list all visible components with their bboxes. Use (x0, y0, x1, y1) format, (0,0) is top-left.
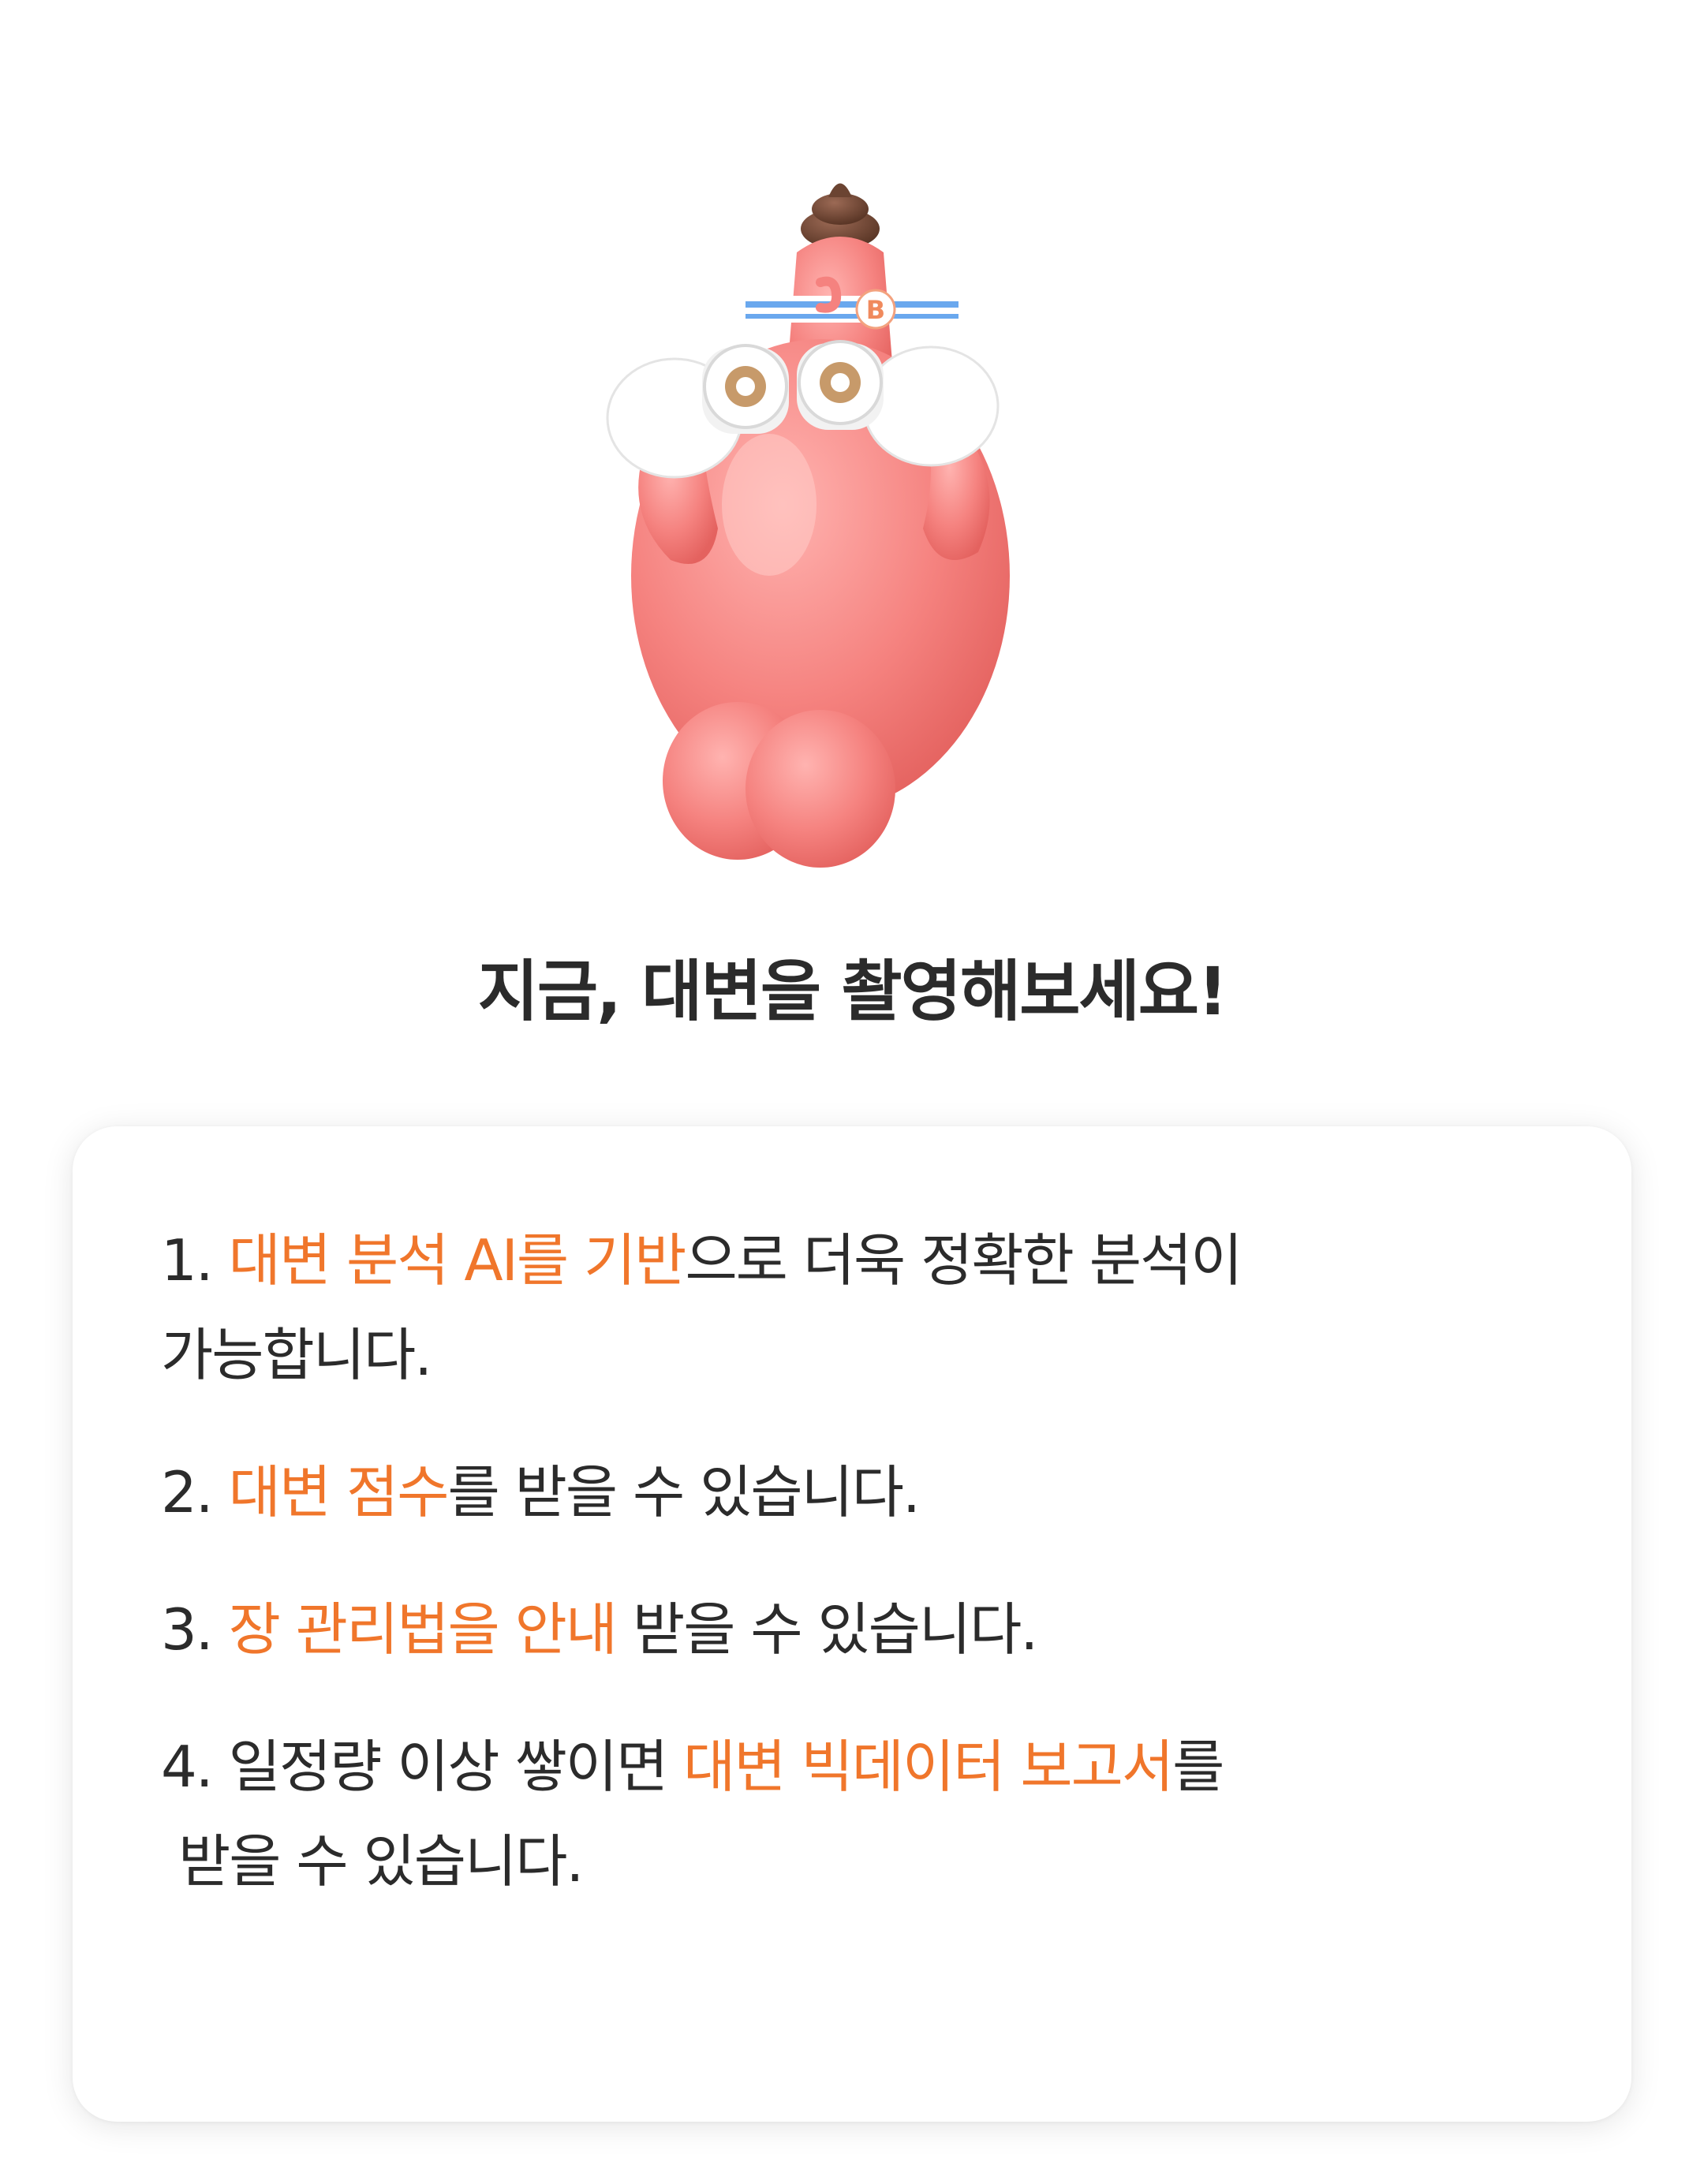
mascot-svg: B (606, 183, 1010, 868)
item-highlight: 대변 빅데이터 보고서 (683, 1734, 1174, 1800)
item-highlight: 장 관리법을 안내 (228, 1596, 618, 1663)
item-highlight: 대변 점수 (228, 1459, 450, 1525)
feature-list: 1. 대변 분석 AI를 기반으로 더욱 정확한 분석이 가능합니다. 2. 대… (161, 1213, 1502, 1951)
item-text: 를 (1172, 1734, 1224, 1800)
page-title: 지금, 대변을 촬영해보세요! (477, 953, 1228, 1030)
item-text: 를 받을 수 있습니다. (447, 1459, 920, 1525)
item-highlight: 대변 분석 AI를 기반 (228, 1227, 687, 1294)
list-item: 2. 대변 점수를 받을 수 있습니다. (161, 1445, 1502, 1540)
list-item: 3. 장 관리법을 안내 받을 수 있습니다. (161, 1582, 1502, 1677)
info-card: 1. 대변 분석 AI를 기반으로 더욱 정확한 분석이 가능합니다. 2. 대… (73, 1126, 1631, 2122)
item-number: 4. (161, 1734, 214, 1800)
item-text: 받을 수 있습니다. (616, 1596, 1038, 1663)
item-number: 3. (161, 1596, 214, 1663)
mascot-illustration: B (584, 166, 1073, 875)
item-continuation: 받을 수 있습니다. (178, 1828, 584, 1895)
list-item: 4. 일정량 이상 쌓이면 대변 빅데이터 보고서를 받을 수 있습니다. (161, 1719, 1502, 1909)
item-number: 1. (161, 1227, 214, 1294)
list-item: 1. 대변 분석 AI를 기반으로 더욱 정확한 분석이 가능합니다. (161, 1213, 1502, 1402)
item-number: 2. (161, 1459, 214, 1525)
svg-text:B: B (866, 295, 885, 325)
item-text-pre: 일정량 이상 쌓이면 (211, 1734, 684, 1800)
item-text: 으로 더욱 정확한 분석이 (685, 1227, 1242, 1294)
item-continuation: 가능합니다. (161, 1322, 432, 1388)
